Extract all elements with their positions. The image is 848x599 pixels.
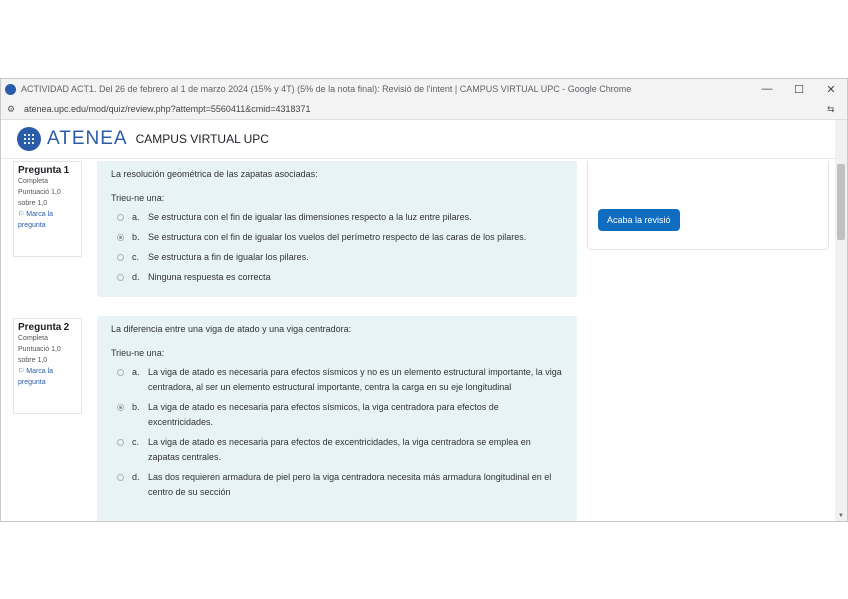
radio-button-selected[interactable] [117, 404, 124, 411]
url-field[interactable]: atenea.upc.edu/mod/quiz/review.php?attem… [24, 104, 827, 114]
question-info: Pregunta 1 Completa Puntuació 1,0 sobre … [13, 161, 82, 257]
question-content: La diferencia entre una viga de atado y … [97, 316, 577, 521]
answer-option[interactable]: c. Se estructura a fin de igualar los pil… [111, 250, 563, 265]
browser-window: ACTIVIDAD ACT1. Del 26 de febrero al 1 d… [0, 78, 848, 522]
radio-button-selected[interactable] [117, 234, 124, 241]
site-favicon-icon [5, 83, 16, 95]
radio-button[interactable] [117, 369, 124, 376]
quiz-navigation-panel: Acaba la revisió [587, 161, 829, 250]
radio-button[interactable] [117, 254, 124, 261]
answer-option[interactable]: d. Las dos requieren armadura de piel per… [111, 470, 563, 500]
vertical-scrollbar[interactable]: ▼ [835, 120, 847, 521]
question-score: Puntuació 1,0 sobre 1,0 [18, 189, 61, 207]
site-header: ATENEA CAMPUS VIRTUAL UPC [1, 120, 847, 159]
brand-name[interactable]: ATENEA [47, 128, 128, 150]
flag-icon: ⚐ [18, 368, 25, 375]
brand-subtitle: CAMPUS VIRTUAL UPC [135, 132, 269, 146]
flag-question-link[interactable]: ⚐ Marca la pregunta [18, 366, 77, 388]
radio-button[interactable] [117, 274, 124, 281]
question-status: Completa [18, 178, 48, 185]
question-number: Pregunta 2 [18, 322, 70, 333]
radio-button[interactable] [117, 214, 124, 221]
translate-icon[interactable]: ⇆ [827, 104, 847, 115]
answer-option[interactable]: a. Se estructura con el fin de igualar la… [111, 210, 563, 225]
answer-option[interactable]: a. La viga de atado es necesaria para efe… [111, 365, 563, 395]
close-button[interactable]: ✕ [815, 83, 847, 96]
minimize-button[interactable]: — [751, 83, 783, 95]
question-info: Pregunta 2 Completa Puntuació 1,0 sobre … [13, 318, 82, 414]
upc-logo-icon[interactable] [17, 127, 41, 151]
question-status: Completa [18, 335, 48, 342]
scroll-down-arrow-icon[interactable]: ▼ [837, 513, 845, 519]
answer-option[interactable]: b. La viga de atado es necesaria para efe… [111, 400, 563, 430]
window-title: ACTIVIDAD ACT1. Del 26 de febrero al 1 d… [21, 84, 632, 94]
answer-prompt: Trieu-ne una: [111, 193, 165, 203]
finish-review-button[interactable]: Acaba la revisió [598, 209, 680, 231]
scrollbar-thumb[interactable] [837, 164, 845, 240]
answer-option[interactable]: c. La viga de atado es necesaria para efe… [111, 435, 563, 465]
question-text: La diferencia entre una viga de atado y … [111, 324, 352, 334]
title-bar: ACTIVIDAD ACT1. Del 26 de febrero al 1 d… [1, 79, 847, 99]
answer-prompt: Trieu-ne una: [111, 348, 165, 358]
question-content: La resolución geométrica de las zapatas … [97, 161, 577, 297]
answer-option[interactable]: b. Se estructura con el fin de igualar lo… [111, 230, 563, 245]
maximize-button[interactable]: ☐ [783, 83, 815, 96]
answer-option[interactable]: d. Ninguna respuesta es correcta [111, 270, 563, 285]
flag-icon: ⚐ [18, 211, 25, 218]
radio-button[interactable] [117, 439, 124, 446]
question-score: Puntuació 1,0 sobre 1,0 [18, 346, 61, 364]
question-number: Pregunta 1 [18, 165, 70, 176]
flag-question-link[interactable]: ⚐ Marca la pregunta [18, 209, 77, 231]
address-bar: ⚙ atenea.upc.edu/mod/quiz/review.php?att… [1, 99, 847, 120]
question-text: La resolución geométrica de las zapatas … [111, 169, 318, 179]
site-info-icon[interactable]: ⚙ [7, 104, 19, 115]
radio-button[interactable] [117, 474, 124, 481]
page-content: ATENEA CAMPUS VIRTUAL UPC Acaba la revis… [1, 120, 847, 521]
